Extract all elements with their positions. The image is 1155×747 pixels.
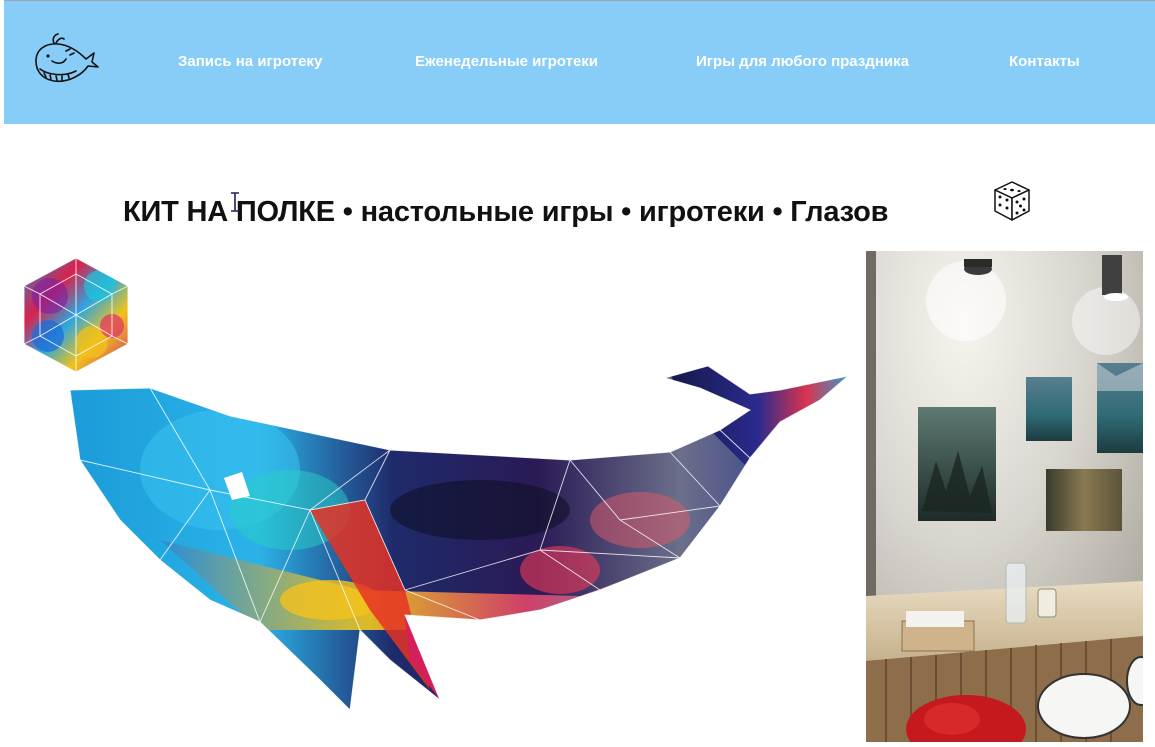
game-room-interior-photo bbox=[866, 251, 1143, 742]
site-header: Запись на игротеку Еженедельные игротеки… bbox=[4, 0, 1155, 124]
watercolor-hexagon-icon bbox=[20, 256, 132, 374]
nav-link-holiday-games[interactable]: Игры для любого праздника bbox=[696, 53, 909, 70]
nav-link-contacts[interactable]: Контакты bbox=[1009, 53, 1080, 70]
nav-link-signup[interactable]: Запись на игротеку bbox=[178, 53, 322, 70]
dice-icon bbox=[992, 180, 1032, 222]
nav-link-weekly-games[interactable]: Еженедельные игротеки bbox=[415, 53, 598, 70]
page: Запись на игротеку Еженедельные игротеки… bbox=[0, 0, 1155, 747]
whale-logo-icon[interactable] bbox=[30, 31, 100, 91]
text-cursor-icon bbox=[229, 192, 241, 212]
watercolor-geometric-whale bbox=[60, 360, 855, 720]
